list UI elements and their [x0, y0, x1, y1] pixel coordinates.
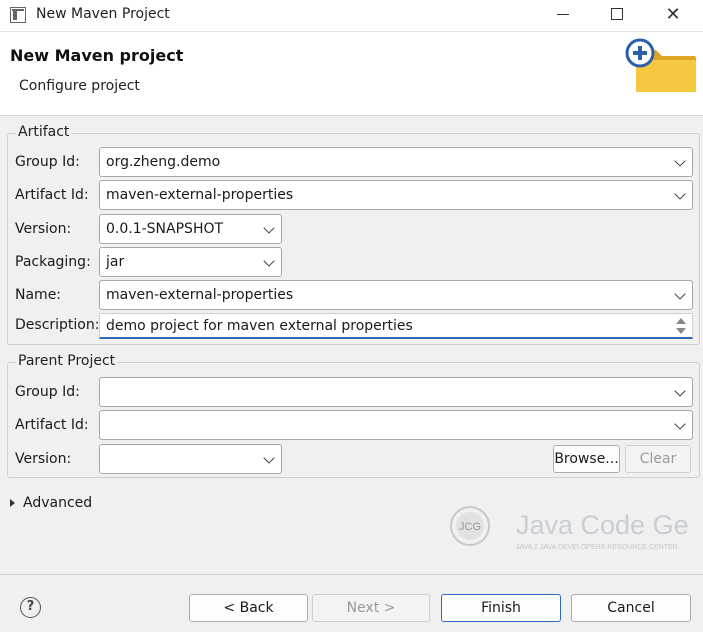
chevron-down-icon [674, 188, 686, 200]
minimize-button[interactable] [540, 0, 586, 31]
parent-artifact-id-label: Artifact Id: [15, 417, 89, 433]
watermark-tagline: JAVA 2 JAVA DEVELOPERS RESOURCE CENTER [516, 544, 678, 551]
name-value: maven-external-properties [106, 287, 294, 303]
parent-artifact-id-combo[interactable] [99, 410, 693, 440]
help-icon[interactable]: ? [20, 597, 41, 618]
app-window-icon [10, 7, 26, 23]
watermark-logo-text: JCG [459, 521, 481, 533]
title-bar: New Maven Project ✕ [0, 0, 703, 32]
artifact-id-label: Artifact Id: [15, 187, 89, 203]
chevron-down-icon [674, 288, 686, 300]
artifact-id-combo[interactable]: maven-external-properties [99, 180, 693, 210]
artifact-group-label: Artifact [16, 124, 72, 140]
new-folder-icon [625, 38, 696, 92]
watermark-name: Java Code Geeks [516, 510, 690, 540]
back-button[interactable]: < Back [189, 594, 308, 622]
packaging-value: jar [106, 254, 125, 270]
close-button[interactable]: ✕ [650, 0, 696, 31]
chevron-down-icon [263, 452, 275, 464]
expand-triangle-icon [10, 499, 15, 507]
maximize-button[interactable] [594, 0, 640, 31]
browse-button[interactable]: Browse... [553, 445, 620, 473]
parent-version-combo[interactable] [99, 444, 282, 474]
parent-version-label: Version: [15, 451, 72, 467]
description-label: Description: [15, 317, 100, 333]
page-title: New Maven project [10, 46, 184, 65]
group-id-label: Group Id: [15, 154, 80, 170]
next-button[interactable]: Next > [312, 594, 430, 622]
chevron-down-icon [674, 418, 686, 430]
version-value: 0.0.1-SNAPSHOT [106, 221, 224, 237]
name-label: Name: [15, 287, 62, 303]
minimize-icon [557, 13, 569, 15]
cancel-button[interactable]: Cancel [571, 594, 691, 622]
packaging-label: Packaging: [15, 254, 91, 270]
footer-separator [0, 574, 703, 575]
clear-button[interactable]: Clear [625, 445, 691, 473]
description-value: demo project for maven external properti… [106, 318, 413, 334]
scroll-up-icon[interactable] [676, 318, 686, 324]
parent-group-id-label: Group Id: [15, 384, 80, 400]
scroll-down-icon[interactable] [676, 328, 686, 334]
packaging-combo[interactable]: jar [99, 247, 282, 277]
chevron-down-icon [263, 255, 275, 267]
maximize-icon [611, 8, 623, 20]
parent-project-group-label: Parent Project [16, 353, 118, 369]
advanced-label: Advanced [23, 495, 93, 511]
chevron-down-icon [674, 155, 686, 167]
version-combo[interactable]: 0.0.1-SNAPSHOT [99, 214, 282, 244]
page-subtitle: Configure project [19, 78, 140, 94]
group-id-combo[interactable]: org.zheng.demo [99, 147, 693, 177]
artifact-id-value: maven-external-properties [106, 187, 294, 203]
description-field[interactable]: demo project for maven external properti… [99, 313, 693, 339]
finish-button[interactable]: Finish [441, 594, 561, 622]
parent-group-id-combo[interactable] [99, 377, 693, 407]
name-combo[interactable]: maven-external-properties [99, 280, 693, 310]
wizard-header: New Maven project Configure project [0, 32, 703, 116]
close-icon: ✕ [665, 4, 681, 25]
group-id-value: org.zheng.demo [106, 154, 221, 170]
version-label: Version: [15, 221, 72, 237]
java-code-geeks-watermark: JCG Java Code Geeks JAVA 2 JAVA DEVELOPE… [450, 506, 690, 551]
chevron-down-icon [674, 385, 686, 397]
chevron-down-icon [263, 222, 275, 234]
window-title: New Maven Project [36, 6, 170, 22]
advanced-expander[interactable]: Advanced [10, 495, 92, 511]
